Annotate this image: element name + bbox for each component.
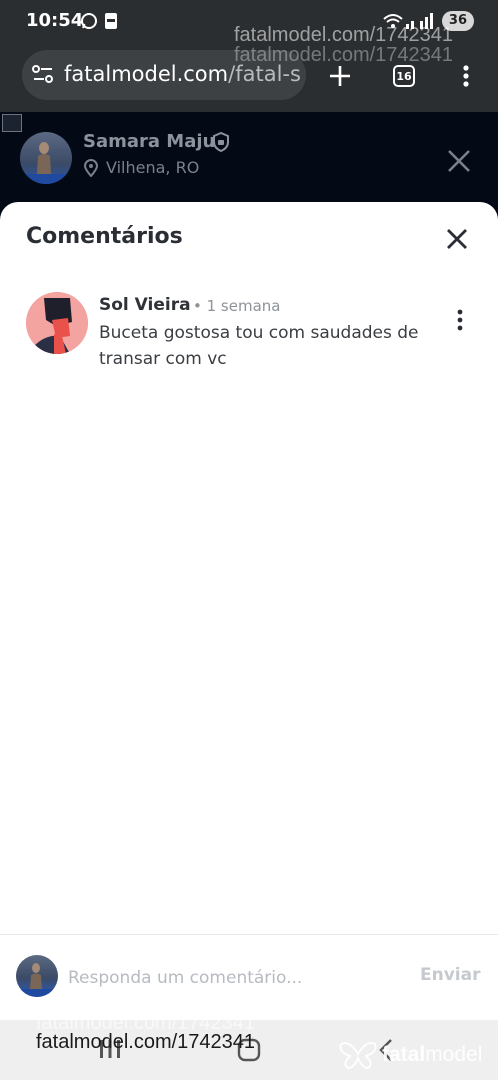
comment-avatar[interactable] [26, 292, 88, 354]
avatar-illustration [26, 292, 88, 354]
more-vertical-icon [463, 65, 469, 87]
tab-count: 16 [393, 65, 415, 87]
reply-avatar [16, 955, 58, 997]
profile-photo [20, 142, 72, 184]
brand-fatal: fatal [382, 1043, 426, 1066]
location-pin-icon [84, 159, 98, 177]
profile-location: Vilhena, RO [106, 158, 200, 177]
reply-input[interactable] [68, 963, 398, 993]
close-profile-icon[interactable] [446, 148, 472, 174]
shield-verified-icon [213, 132, 229, 152]
watermark-text: fatalmodel.com/1742341 [234, 44, 454, 66]
reply-bar: Enviar [0, 934, 498, 1020]
pdf-notification-icon [105, 13, 117, 29]
url-host: fatalmodel.com [64, 62, 229, 86]
watermark-text: fatalmodel.com/1742341 [36, 1031, 256, 1053]
comment-options-icon[interactable] [452, 308, 468, 334]
comment-author[interactable]: Sol Vieira [99, 295, 191, 315]
plus-icon [330, 66, 350, 86]
broken-image-icon [2, 114, 22, 132]
send-button[interactable]: Enviar [420, 965, 480, 985]
profile-avatar[interactable] [20, 132, 72, 184]
site-settings-icon[interactable] [32, 65, 54, 83]
watermark-logo: fatalmodel [338, 1040, 482, 1070]
status-time: 10:54 [26, 10, 84, 31]
brand-model: model [425, 1043, 483, 1066]
watermark-brand: fatalmodel [382, 1043, 482, 1067]
comment-item: Sol Vieira • 1 semana Buceta gostosa tou… [26, 292, 476, 382]
butterfly-logo-icon [339, 1042, 377, 1070]
profile-name: Samara Maju [83, 131, 216, 152]
comments-title: Comentários [26, 224, 183, 249]
close-comments-icon[interactable] [444, 226, 470, 252]
whatsapp-icon [81, 13, 97, 29]
user-photo [16, 963, 58, 997]
comment-text: Buceta gostosa tou com saudades de trans… [99, 323, 419, 369]
comment-time: • 1 semana [193, 297, 281, 315]
